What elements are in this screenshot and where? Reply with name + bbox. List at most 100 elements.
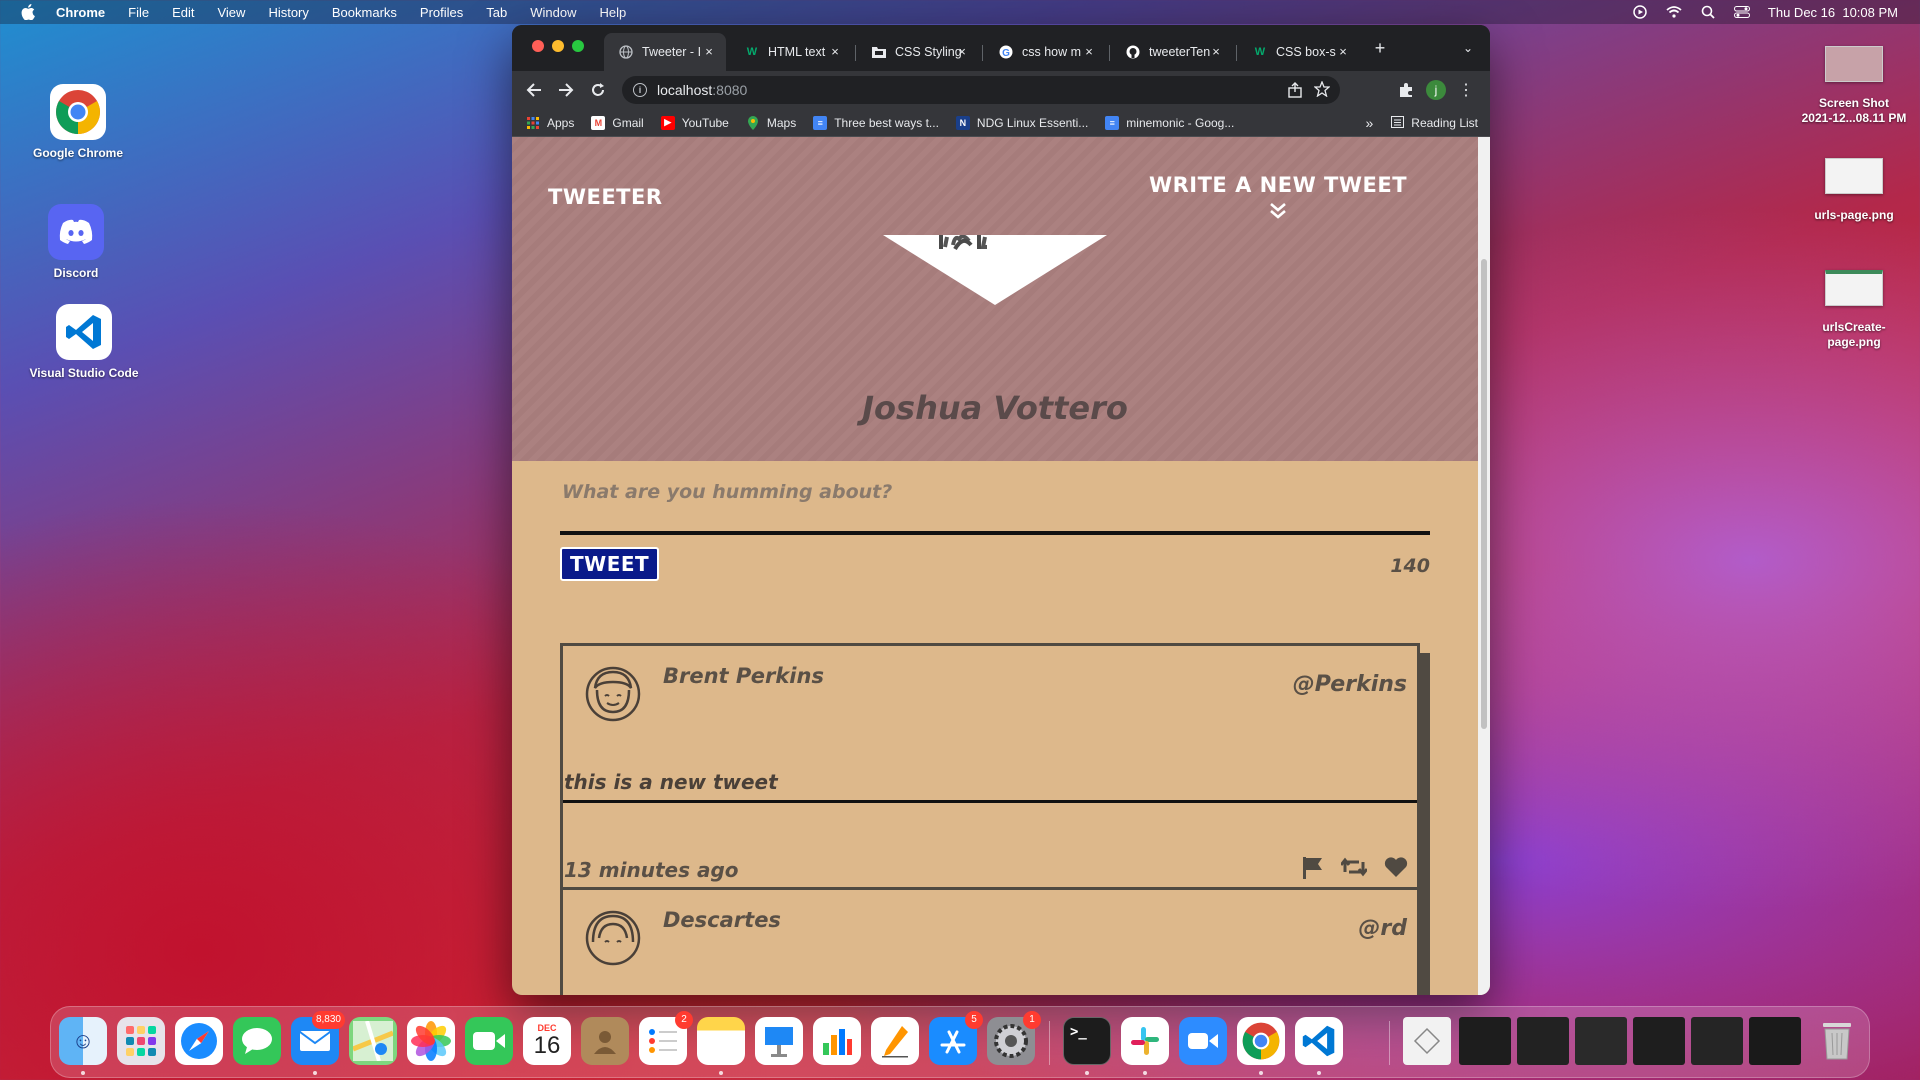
tweet-content: this is a new tweet bbox=[563, 770, 1417, 803]
facetime-icon[interactable] bbox=[465, 1017, 513, 1065]
tab-close-icon[interactable]: × bbox=[1209, 45, 1223, 59]
trash-icon[interactable] bbox=[1813, 1017, 1861, 1065]
reading-list-button[interactable]: Reading List bbox=[1411, 116, 1478, 130]
address-bar[interactable]: i localhost:8080 bbox=[622, 76, 1340, 104]
new-tab-button[interactable]: + bbox=[1368, 36, 1392, 60]
close-window-button[interactable] bbox=[532, 40, 544, 52]
bookmark-ndg-linux[interactable]: N NDG Linux Essenti... bbox=[955, 115, 1088, 130]
tab-tweeterten[interactable]: tweeterTen × bbox=[1111, 33, 1233, 71]
system-preferences-icon[interactable]: 1 bbox=[987, 1011, 1041, 1065]
bookmark-gmail[interactable]: M Gmail bbox=[591, 115, 644, 130]
vscode-dock-icon[interactable] bbox=[1295, 1017, 1343, 1065]
minimize-window-button[interactable] bbox=[552, 40, 564, 52]
bookmark-maps[interactable]: Maps bbox=[746, 115, 796, 130]
tweet-submit-button[interactable]: TWEET bbox=[560, 547, 660, 581]
menu-help[interactable]: Help bbox=[600, 5, 627, 20]
calendar-icon[interactable]: DEC 16 bbox=[523, 1017, 571, 1065]
tab-search-chevron-icon[interactable]: ⌄ bbox=[1456, 36, 1480, 60]
reminders-icon[interactable]: 2 bbox=[639, 1011, 693, 1065]
tab-css-styling[interactable]: CSS Styling × bbox=[857, 33, 979, 71]
desktop-app-vscode[interactable]: Visual Studio Code bbox=[14, 304, 154, 380]
safari-icon[interactable] bbox=[175, 1017, 223, 1065]
heart-icon[interactable] bbox=[1383, 854, 1409, 880]
photos-icon[interactable] bbox=[407, 1017, 455, 1065]
app-store-icon[interactable]: 5 bbox=[929, 1011, 983, 1065]
bookmarks-overflow-button[interactable]: » bbox=[1365, 115, 1373, 131]
notes-icon[interactable] bbox=[697, 1017, 745, 1065]
back-arrow-icon[interactable] bbox=[522, 78, 546, 102]
tab-close-icon[interactable]: × bbox=[955, 45, 969, 59]
menu-clock[interactable]: Thu Dec 16 10:08 PM bbox=[1768, 5, 1898, 20]
flag-icon[interactable] bbox=[1299, 854, 1325, 880]
menu-file[interactable]: File bbox=[128, 5, 149, 20]
url-host: localhost bbox=[657, 82, 713, 98]
tab-tweeter[interactable]: Tweeter - I × bbox=[604, 33, 726, 71]
launchpad-icon[interactable] bbox=[117, 1017, 165, 1065]
desktop-app-google-chrome[interactable]: Google Chrome bbox=[8, 84, 148, 160]
tweet-text-input[interactable] bbox=[560, 475, 1430, 535]
menu-edit[interactable]: Edit bbox=[172, 5, 194, 20]
zoom-window-button[interactable] bbox=[572, 40, 584, 52]
minimized-window-thumb[interactable] bbox=[1749, 1017, 1801, 1065]
brand-logo[interactable]: TWEETER bbox=[548, 185, 663, 209]
bookmark-youtube[interactable]: ▶ YouTube bbox=[660, 115, 729, 130]
page-scrollbar[interactable] bbox=[1478, 137, 1490, 995]
menu-view[interactable]: View bbox=[217, 5, 245, 20]
user-avatar-icon bbox=[583, 908, 643, 968]
apple-menu-icon[interactable] bbox=[18, 2, 38, 22]
tab-close-icon[interactable]: × bbox=[1082, 45, 1096, 59]
numbers-icon[interactable] bbox=[813, 1017, 861, 1065]
menu-bookmarks[interactable]: Bookmarks bbox=[332, 5, 397, 20]
contacts-icon[interactable] bbox=[581, 1017, 629, 1065]
pages-icon[interactable] bbox=[871, 1017, 919, 1065]
extensions-puzzle-icon[interactable] bbox=[1394, 78, 1418, 102]
menu-profiles[interactable]: Profiles bbox=[420, 5, 463, 20]
scrollbar-thumb[interactable] bbox=[1481, 259, 1487, 729]
keynote-icon[interactable] bbox=[755, 1017, 803, 1065]
menu-app-name[interactable]: Chrome bbox=[56, 5, 105, 20]
desktop-file-screenshot[interactable]: Screen Shot 2021-12...08.11 PM bbox=[1784, 46, 1920, 126]
forward-arrow-icon[interactable] bbox=[554, 78, 578, 102]
finder-icon[interactable]: ☺ bbox=[59, 1017, 107, 1065]
tab-close-icon[interactable]: × bbox=[828, 45, 842, 59]
desktop-app-discord[interactable]: Discord bbox=[6, 204, 146, 280]
control-center-icon[interactable] bbox=[1733, 5, 1750, 19]
profile-avatar[interactable]: j bbox=[1424, 78, 1448, 102]
bookmark-minemonic[interactable]: ≡ minemonic - Goog... bbox=[1105, 115, 1234, 130]
site-info-icon[interactable]: i bbox=[633, 83, 647, 97]
reload-icon[interactable] bbox=[586, 78, 610, 102]
bookmark-star-icon[interactable] bbox=[1313, 80, 1331, 102]
screen-record-icon[interactable] bbox=[1632, 5, 1648, 19]
tab-close-icon[interactable]: × bbox=[702, 45, 716, 59]
downloads-stack-icon[interactable] bbox=[1403, 1017, 1451, 1065]
desktop-file-urlscreate-page[interactable]: urlsCreate- page.png bbox=[1784, 270, 1920, 350]
minimized-window-thumb[interactable] bbox=[1633, 1017, 1685, 1065]
write-new-tweet-link[interactable]: WRITE A NEW TWEET bbox=[1148, 173, 1408, 221]
tab-css-how[interactable]: G css how m × bbox=[984, 33, 1106, 71]
tab-css-box-sizing[interactable]: W CSS box-s × bbox=[1238, 33, 1360, 71]
spotlight-search-icon[interactable] bbox=[1700, 5, 1716, 19]
minimized-window-thumb[interactable] bbox=[1459, 1017, 1511, 1065]
chrome-menu-kebab-icon[interactable]: ⋮ bbox=[1454, 78, 1478, 102]
menu-history[interactable]: History bbox=[268, 5, 308, 20]
retweet-icon[interactable] bbox=[1341, 854, 1367, 880]
share-icon[interactable] bbox=[1288, 82, 1302, 103]
chrome-dock-icon[interactable] bbox=[1237, 1017, 1285, 1065]
menu-window[interactable]: Window bbox=[530, 5, 576, 20]
minimized-window-thumb[interactable] bbox=[1691, 1017, 1743, 1065]
zoom-icon[interactable] bbox=[1179, 1017, 1227, 1065]
slack-icon[interactable] bbox=[1121, 1017, 1169, 1065]
menu-tab[interactable]: Tab bbox=[486, 5, 507, 20]
mail-icon[interactable]: 8,830 bbox=[291, 1011, 345, 1065]
maps-icon[interactable] bbox=[349, 1017, 397, 1065]
tab-close-icon[interactable]: × bbox=[1336, 45, 1350, 59]
terminal-icon[interactable]: >_ bbox=[1063, 1017, 1111, 1065]
minimized-window-thumb[interactable] bbox=[1575, 1017, 1627, 1065]
bookmark-apps[interactable]: Apps bbox=[526, 116, 574, 130]
messages-icon[interactable] bbox=[233, 1017, 281, 1065]
tab-html-text[interactable]: W HTML text × bbox=[730, 33, 852, 71]
bookmark-three-best-ways[interactable]: ≡ Three best ways t... bbox=[813, 115, 939, 130]
wifi-icon[interactable] bbox=[1666, 5, 1682, 19]
desktop-file-urls-page[interactable]: urls-page.png bbox=[1784, 158, 1920, 223]
minimized-window-thumb[interactable] bbox=[1517, 1017, 1569, 1065]
